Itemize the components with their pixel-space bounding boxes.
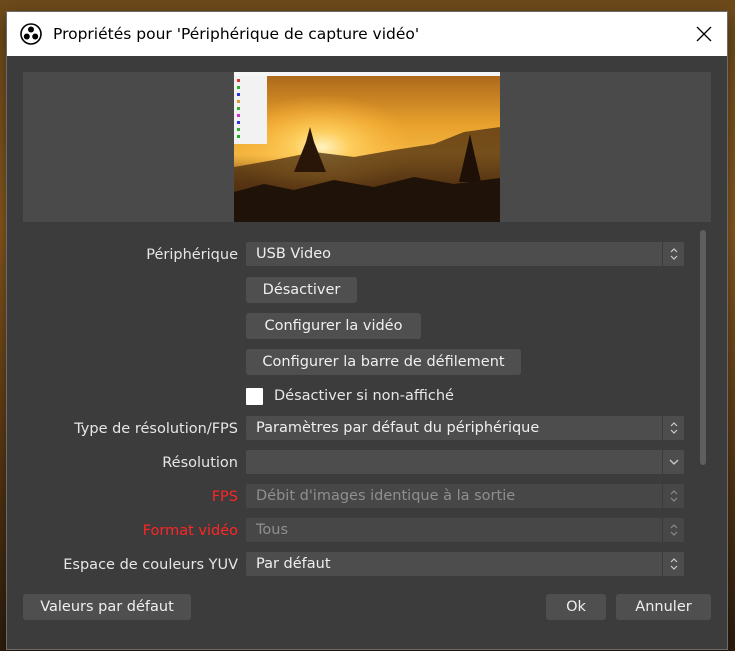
resolution-label: Résolution <box>162 455 238 471</box>
ok-button[interactable]: Ok <box>546 594 606 620</box>
video-format-row: Format vidéo Tous <box>7 518 727 544</box>
device-label: Périphérique <box>146 247 238 263</box>
deactivate-button[interactable]: Désactiver <box>246 277 357 303</box>
yuv-select[interactable]: Par défaut <box>246 552 684 576</box>
yuv-row: Espace de couleurs YUV Par défaut <box>7 552 727 578</box>
res-type-select-value: Paramètres par défaut du périphérique <box>256 420 540 436</box>
cancel-button[interactable]: Annuler <box>616 594 711 620</box>
updown-chevron-icon <box>662 416 684 440</box>
res-type-label: Type de résolution/FPS <box>74 421 238 437</box>
vertical-scrollbar[interactable] <box>698 230 708 465</box>
resolution-combo[interactable] <box>246 450 684 474</box>
obs-logo-icon <box>20 23 42 45</box>
title-bar: Propriétés pour 'Périphérique de capture… <box>7 12 727 56</box>
device-row: Périphérique USB Video <box>7 242 727 268</box>
fps-select-value: Débit d'images identique à la sortie <box>256 488 516 504</box>
deactivate-hidden-label: Désactiver si non-affiché <box>274 388 454 404</box>
device-select[interactable]: USB Video <box>246 242 684 266</box>
video-format-select-value: Tous <box>256 522 289 538</box>
device-select-value: USB Video <box>256 246 331 262</box>
video-format-label: Format vidéo <box>142 523 238 539</box>
chevron-down-icon[interactable] <box>662 450 684 474</box>
configure-crossbar-button[interactable]: Configurer la barre de défilement <box>246 349 521 375</box>
fps-row: FPS Débit d'images identique à la sortie <box>7 484 727 510</box>
updown-chevron-icon <box>662 242 684 266</box>
properties-dialog: Propriétés pour 'Périphérique de capture… <box>7 12 727 649</box>
defaults-button[interactable]: Valeurs par défaut <box>23 594 191 620</box>
fps-select: Débit d'images identique à la sortie <box>246 484 684 508</box>
window-title: Propriétés pour 'Périphérique de capture… <box>53 25 420 43</box>
updown-chevron-icon <box>662 484 684 508</box>
close-icon <box>696 26 712 42</box>
updown-chevron-icon <box>662 552 684 576</box>
res-type-select[interactable]: Paramètres par défaut du périphérique <box>246 416 684 440</box>
video-preview-image <box>234 72 500 222</box>
yuv-select-value: Par défaut <box>256 556 331 572</box>
preview-area <box>23 72 711 222</box>
yuv-label: Espace de couleurs YUV <box>63 557 238 573</box>
deactivate-hidden-row: Désactiver si non-affiché <box>246 385 454 407</box>
configure-video-button[interactable]: Configurer la vidéo <box>246 313 421 339</box>
close-button[interactable] <box>681 12 727 56</box>
deactivate-hidden-checkbox[interactable] <box>246 387 263 405</box>
resolution-row: Résolution <box>7 450 727 476</box>
updown-chevron-icon <box>662 518 684 542</box>
res-type-row: Type de résolution/FPS Paramètres par dé… <box>7 416 727 442</box>
scrollbar-thumb[interactable] <box>700 230 706 465</box>
fps-label: FPS <box>211 489 238 505</box>
video-format-select: Tous <box>246 518 684 542</box>
